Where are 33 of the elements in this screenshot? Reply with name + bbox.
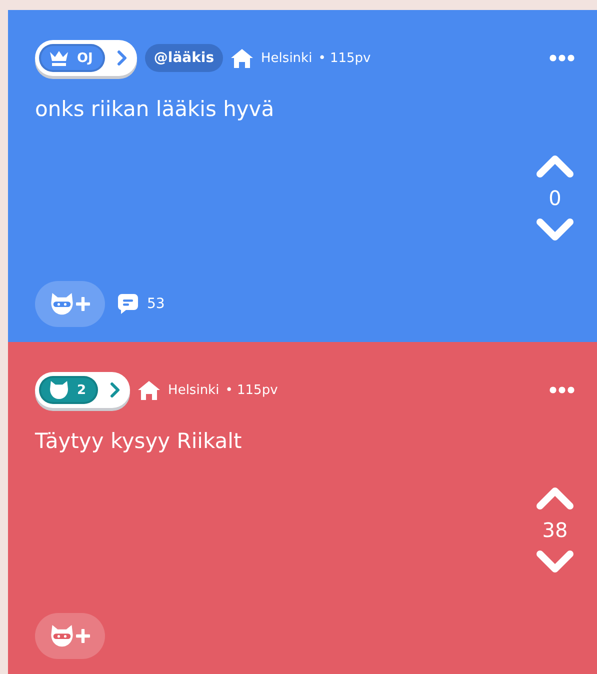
add-follower-button[interactable] — [35, 281, 105, 327]
house-icon — [138, 380, 160, 400]
downvote-icon[interactable] — [536, 218, 574, 242]
user-badge[interactable]: 2 — [35, 372, 130, 408]
cat-mask-icon — [50, 293, 74, 315]
add-follower-button[interactable] — [35, 613, 105, 659]
badge-label: OJ — [77, 50, 93, 66]
cat-mask-icon — [50, 625, 74, 647]
plus-icon — [76, 629, 90, 643]
cat-icon — [49, 381, 69, 399]
location-text: Helsinki — [168, 382, 220, 398]
post-text: Täytyy kysyy Riikalt — [35, 429, 243, 453]
vote-count: 0 — [548, 186, 562, 210]
post-text: onks riikan lääkis hyvä — [35, 97, 276, 121]
more-icon[interactable] — [549, 54, 575, 62]
channel-tag[interactable]: @lääkis — [144, 44, 224, 72]
house-icon — [231, 48, 254, 68]
user-badge[interactable]: OJ — [35, 40, 137, 76]
vote-count: 38 — [542, 518, 568, 542]
plus-icon — [76, 297, 90, 311]
location-text: Helsinki — [261, 50, 312, 66]
badge-label: 2 — [77, 382, 86, 398]
comment-icon — [117, 293, 139, 315]
post-age: • 115pv — [318, 50, 371, 66]
comment-count: 53 — [147, 296, 165, 312]
upvote-icon[interactable] — [536, 154, 574, 178]
chevron-right-icon — [116, 50, 127, 66]
more-icon[interactable] — [549, 386, 575, 394]
crown-icon — [49, 50, 69, 66]
upvote-icon[interactable] — [536, 486, 574, 510]
chevron-right-icon — [110, 382, 120, 398]
downvote-icon[interactable] — [536, 550, 574, 574]
post-age: • 115pv — [225, 382, 278, 398]
